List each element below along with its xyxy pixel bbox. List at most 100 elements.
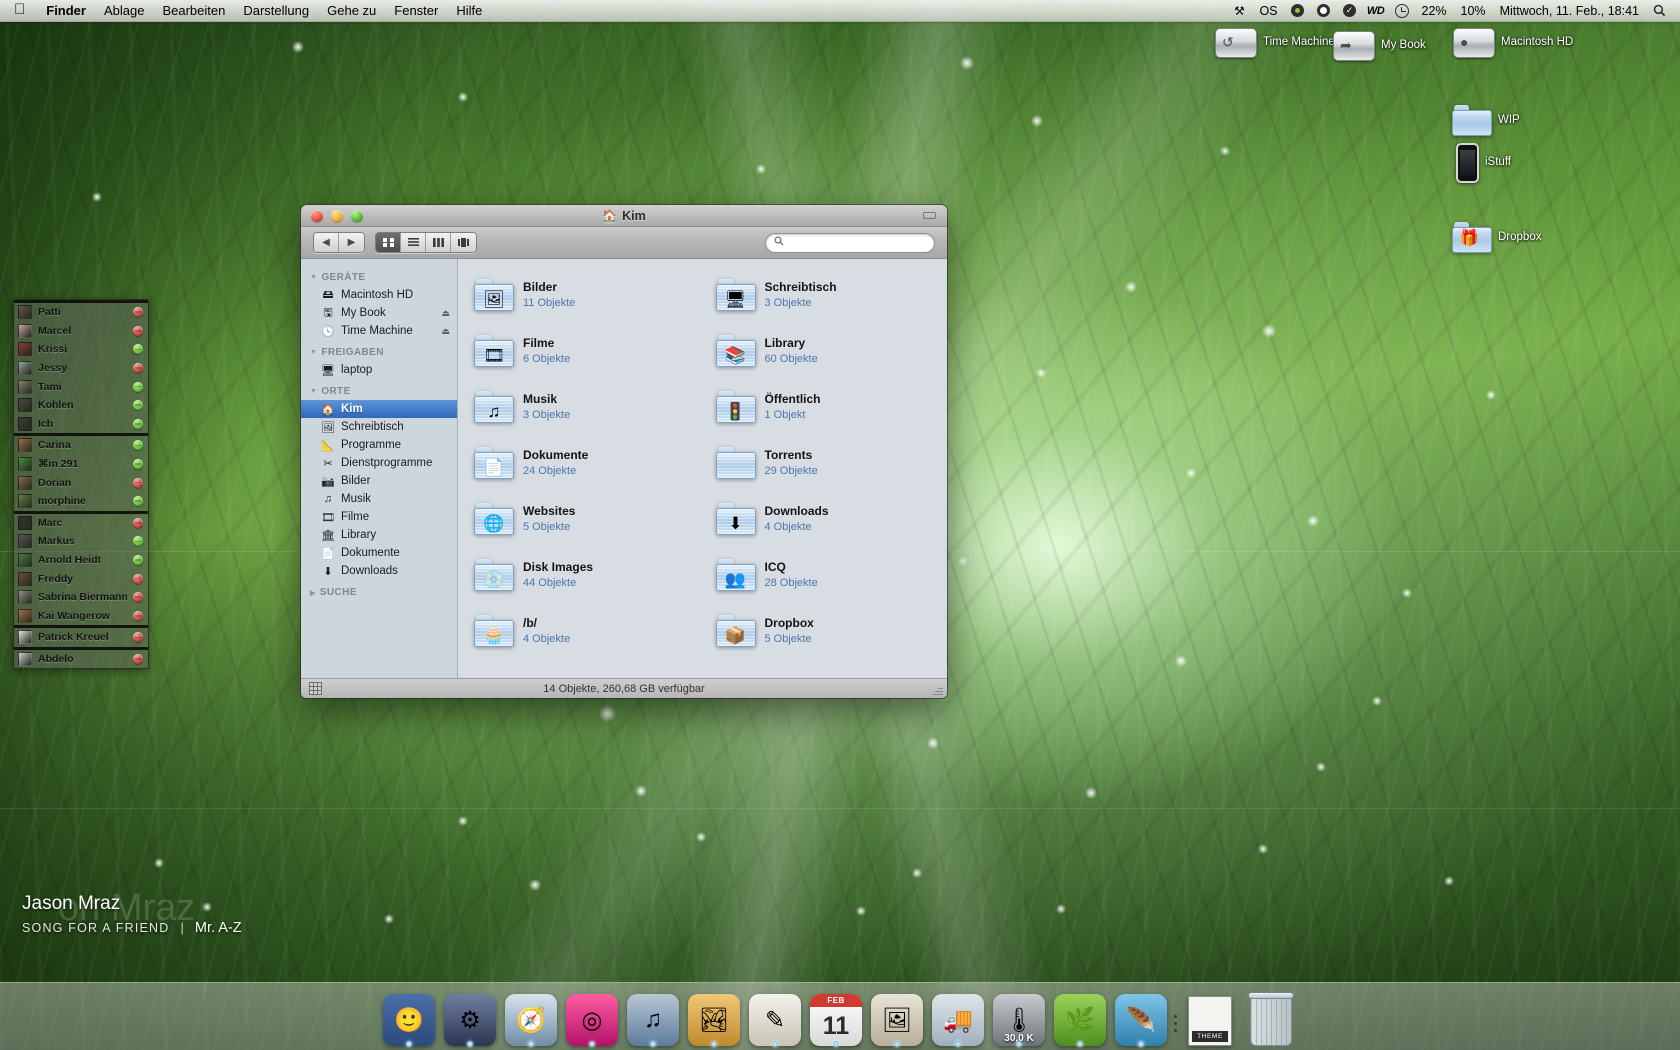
buddy-row[interactable]: Ich — [14, 415, 148, 434]
buddy-row[interactable]: Sabrina Biermann — [14, 588, 148, 607]
buddy-row[interactable]: ⌘m 291 — [14, 455, 148, 474]
buddy-row[interactable]: Dorian — [14, 473, 148, 492]
desktop-icon-time-machine[interactable]: ↺ Time Machine — [1215, 28, 1335, 58]
buddy-row[interactable]: Freddy — [14, 569, 148, 588]
buddy-row[interactable]: Kohlen — [14, 396, 148, 415]
dock-item-textedit[interactable]: ✎ — [747, 990, 803, 1047]
buddy-row[interactable]: Krissi — [14, 340, 148, 359]
desktop-icon-macintosh-hd[interactable]: ● Macintosh HD — [1453, 28, 1573, 58]
sidebar-item-library[interactable]: 🏛 Library — [301, 526, 457, 544]
menu-bar-clock[interactable]: Mittwoch, 11. Feb., 18:41 — [1493, 4, 1646, 18]
finder-sidebar[interactable]: ▼ GERÄTE 🖴 Macintosh HD 🖫 My Book ⏏ 🕓 Time Machi… — [301, 259, 458, 678]
sidebar-item-programme[interactable]: 📐 Programme — [301, 436, 457, 454]
status-badge[interactable] — [133, 363, 143, 374]
file-item[interactable]: 📄 Dokumente 24 Objekte — [474, 441, 694, 485]
status-badge[interactable] — [133, 418, 143, 429]
dock-item-iphoto[interactable]: 🏞 — [686, 990, 742, 1047]
buddy-list-window[interactable]: Patti Marcel Krissi Jessy Tami Kohlen Ich Carin… — [13, 299, 149, 670]
finder-window[interactable]: 🏠 Kim ◀ ▶ ▼ GERÄTE 🖴 Macintosh HD 🖫 My B… — [301, 205, 947, 698]
menu-hilfe[interactable]: Hilfe — [447, 0, 491, 22]
buddy-row[interactable]: Markus — [14, 532, 148, 551]
search-field[interactable] — [765, 232, 935, 253]
sidebar-section-freigaben[interactable]: ▼ FREIGABEN — [301, 340, 457, 361]
sidebar-item-time-machine[interactable]: 🕓 Time Machine ⏏ — [301, 322, 457, 340]
status-badge[interactable] — [133, 653, 143, 664]
sidebar-item-filme[interactable]: 🎞 Filme — [301, 508, 457, 526]
battery-percent[interactable]: 22% — [1415, 4, 1454, 18]
dock-item-theme-stack[interactable]: THEME — [1182, 990, 1238, 1046]
finder-file-area[interactable]: 🖼 Bilder 11 Objekte 🖥 Schreibtisch 3 Objekte 🎞… — [458, 259, 947, 678]
status-badge[interactable] — [133, 440, 143, 451]
back-button[interactable]: ◀ — [314, 233, 339, 252]
file-item[interactable]: 💿 Disk Images 44 Objekte — [474, 553, 694, 597]
toolbar-toggle-button[interactable] — [921, 210, 937, 222]
status-badge[interactable] — [133, 400, 143, 411]
dock-item-istatmenus[interactable]: 🌡 30,0 K — [991, 990, 1047, 1047]
file-item[interactable]: ♫ Musik 3 Objekte — [474, 385, 694, 429]
status-badge[interactable] — [133, 459, 143, 470]
dock-item-ical[interactable]: FEB 11 — [808, 990, 864, 1047]
menu-fenster[interactable]: Fenster — [385, 0, 447, 22]
dock-item-itunes[interactable]: ♫ — [625, 990, 681, 1047]
status-badge[interactable] — [133, 344, 143, 355]
search-icon[interactable] — [1646, 0, 1672, 22]
file-item[interactable]: 🚦 Öffentlich 1 Objekt — [715, 385, 936, 429]
file-item[interactable]: Torrents 29 Objekte — [715, 441, 936, 485]
dock-item-transmission[interactable]: 🚚 — [930, 990, 986, 1047]
status-badge[interactable] — [133, 610, 143, 621]
dock-item-preview[interactable]: 🖼 — [869, 990, 925, 1047]
file-item[interactable]: 🖼 Bilder 11 Objekte — [474, 273, 694, 317]
green-dot-icon[interactable] — [1285, 0, 1311, 22]
desktop-icon-istuff[interactable]: iStuff — [1456, 143, 1511, 183]
sidebar-item-dokumente[interactable]: 📄 Dokumente — [301, 544, 457, 562]
status-badge[interactable] — [133, 325, 143, 336]
bluetooth-icon[interactable]: ⚒ — [1226, 0, 1252, 22]
sidebar-item-schreibtisch[interactable]: 🖼 Schreibtisch — [301, 418, 457, 436]
buddy-row[interactable]: Jessy — [14, 359, 148, 378]
eject-icon[interactable]: ⏏ — [441, 308, 450, 319]
menu-bearbeiten[interactable]: Bearbeiten — [153, 0, 234, 22]
grid-toggle-icon[interactable] — [309, 682, 322, 695]
file-item[interactable]: 👥 ICQ 28 Objekte — [715, 553, 936, 597]
coverflow-view-icon[interactable] — [451, 233, 476, 252]
buddy-row[interactable]: Carina — [14, 436, 148, 455]
column-view-icon[interactable] — [426, 233, 451, 252]
dock-item-finder[interactable]: 🙂 — [381, 990, 437, 1047]
icon-view-icon[interactable] — [376, 233, 401, 252]
status-badge[interactable] — [133, 477, 143, 488]
sidebar-section-suche[interactable]: ▶ SUCHE — [301, 580, 457, 601]
status-badge[interactable] — [133, 536, 143, 547]
buddy-row[interactable]: Marcel — [14, 322, 148, 341]
wd-drive-icon[interactable]: WD — [1363, 0, 1389, 22]
sidebar-item-musik[interactable]: ♫ Musik — [301, 490, 457, 508]
status-badge[interactable] — [133, 555, 143, 566]
file-item[interactable]: 📚 Library 60 Objekte — [715, 329, 936, 373]
status-badge[interactable] — [133, 381, 143, 392]
forward-button[interactable]: ▶ — [339, 233, 364, 252]
buddy-row[interactable]: Patrick Kreuel — [14, 628, 148, 647]
time-machine-icon[interactable] — [1389, 0, 1415, 22]
file-item[interactable]: 🌐 Websites 5 Objekte — [474, 497, 694, 541]
buddy-row[interactable]: Patti — [14, 303, 148, 322]
dock-item-adium[interactable]: 🌿 — [1052, 990, 1108, 1047]
file-item[interactable]: 🎞 Filme 6 Objekte — [474, 329, 694, 373]
status-badge[interactable] — [133, 517, 143, 528]
dock[interactable]: 🙂 ⚙ 🧭 ◎ ♫ 🏞 ✎ FEB 11 🖼 🚚 🌡 30,0 K 🌿 🪶 THEME — [0, 982, 1680, 1050]
file-item[interactable]: 📦 Dropbox 5 Objekte — [715, 609, 936, 653]
status-badge[interactable] — [133, 496, 143, 507]
sidebar-item-dienstprogramme[interactable]: ✂ Dienstprogramme — [301, 454, 457, 472]
dock-item-photobooth[interactable]: ◎ — [564, 990, 620, 1047]
eject-icon[interactable]: ⏏ — [441, 326, 450, 337]
sidebar-item-bilder[interactable]: 📷 Bilder — [301, 472, 457, 490]
desktop-icon-dropbox[interactable]: 🎁 Dropbox — [1452, 222, 1541, 253]
sidebar-section-orte[interactable]: ▼ ORTE — [301, 379, 457, 400]
menu-ablage[interactable]: Ablage — [95, 0, 153, 22]
file-item[interactable]: 🧁 /b/4 Objekte — [474, 609, 694, 653]
dock-item-dashboard[interactable]: ⚙ — [442, 990, 498, 1047]
buddy-row[interactable]: Abdelo — [14, 650, 148, 669]
check-circle-icon[interactable]: ✓ — [1337, 0, 1363, 22]
dock-item-trash[interactable] — [1243, 990, 1299, 1046]
sidebar-item-kim[interactable]: 🏠 Kim — [301, 400, 457, 418]
list-view-icon[interactable] — [401, 233, 426, 252]
sidebar-section-geräte[interactable]: ▼ GERÄTE — [301, 265, 457, 286]
